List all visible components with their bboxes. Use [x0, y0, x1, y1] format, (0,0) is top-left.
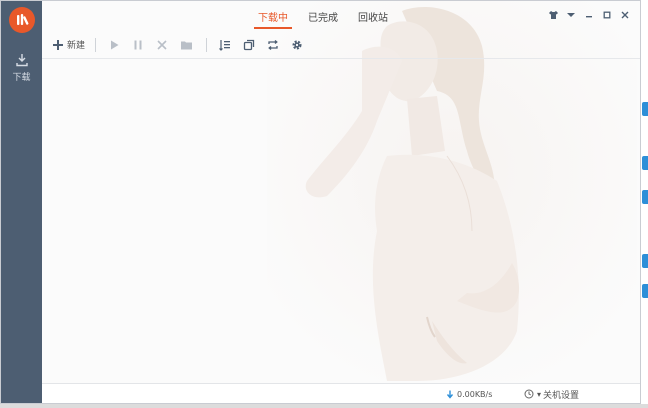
tab-completed[interactable]: 已完成: [298, 1, 348, 31]
menu-dropdown-button[interactable]: [562, 7, 580, 23]
desktop-right-edge: [640, 0, 648, 408]
desktop-marker: [642, 102, 648, 116]
dropdown-icon: [567, 13, 575, 17]
pause-button[interactable]: [128, 35, 148, 55]
list-icon: [219, 39, 231, 51]
shutdown-dropdown-arrow: ▾: [537, 389, 542, 399]
tab-list: 下载中 已完成 回收站: [248, 1, 398, 31]
logo-icon: [17, 14, 29, 25]
download-arrow-icon: [446, 390, 454, 399]
toolbar-divider: [206, 37, 208, 52]
skin-button[interactable]: [544, 7, 562, 23]
copy-icon: [243, 39, 255, 50]
close-button[interactable]: [616, 7, 634, 23]
add-icon: [53, 39, 63, 50]
download-speed-value: 0.00KB/s: [457, 389, 493, 399]
gear-icon: [292, 39, 302, 50]
tab-recycle-bin[interactable]: 回收站: [348, 1, 398, 31]
sidebar: 下载: [1, 1, 42, 403]
status-bar: 0.00KB/s ▾ 关机设置: [42, 383, 640, 403]
start-button[interactable]: [104, 35, 124, 55]
desktop-marker: [642, 284, 648, 298]
desktop-marker: [642, 190, 648, 204]
delete-button[interactable]: [152, 35, 172, 55]
desktop-marker: [642, 254, 648, 268]
repeat-icon: [268, 39, 278, 50]
settings-button[interactable]: [287, 35, 307, 55]
download-speed: 0.00KB/s: [446, 384, 493, 403]
sidebar-item-download[interactable]: 下载: [1, 53, 42, 93]
shutdown-settings-label: 关机设置: [543, 390, 580, 401]
main-area: 下载中 已完成 回收站 新建 0.00KB/s ▾ 关机设置: [42, 1, 640, 403]
folder-icon: [180, 41, 192, 49]
toolbar-divider: [95, 37, 97, 52]
pause-icon: [134, 40, 142, 49]
shirt-icon: [548, 11, 558, 19]
play-icon: [111, 40, 119, 49]
maximize-icon: [603, 11, 611, 19]
tab-downloading[interactable]: 下载中: [248, 1, 298, 31]
redownload-button[interactable]: [263, 35, 283, 55]
app-logo: [9, 7, 35, 33]
window-controls: [544, 7, 634, 23]
maximize-button[interactable]: [598, 7, 616, 23]
desktop-bottom-edge: [0, 404, 648, 408]
minimize-icon: [586, 16, 592, 18]
delete-icon: [157, 39, 167, 50]
sidebar-item-label: 下载: [12, 73, 31, 83]
close-icon: [621, 11, 629, 19]
copy-link-button[interactable]: [239, 35, 259, 55]
open-folder-button[interactable]: [176, 35, 196, 55]
clock-icon: [524, 389, 534, 399]
app-window: 下载 下载中 已完成 回收站 新建 0.00KB/s ▾ 关机设置: [0, 0, 641, 404]
new-task-button[interactable]: 新建: [52, 35, 85, 55]
new-task-label: 新建: [67, 41, 86, 51]
desktop-marker: [642, 156, 648, 170]
minimize-button[interactable]: [580, 7, 598, 23]
tab-bar: 下载中 已完成 回收站: [42, 1, 640, 31]
sort-list-button[interactable]: [215, 35, 235, 55]
shutdown-settings-button[interactable]: ▾ 关机设置: [524, 384, 580, 403]
download-icon: [15, 54, 28, 67]
toolbar: 新建: [42, 31, 640, 59]
